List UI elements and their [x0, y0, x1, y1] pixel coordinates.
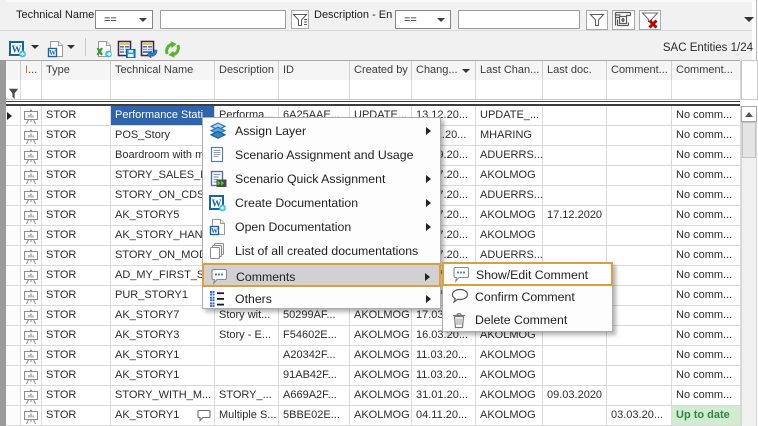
svg-text:W: W — [49, 49, 56, 57]
svg-text:W: W — [211, 227, 218, 235]
